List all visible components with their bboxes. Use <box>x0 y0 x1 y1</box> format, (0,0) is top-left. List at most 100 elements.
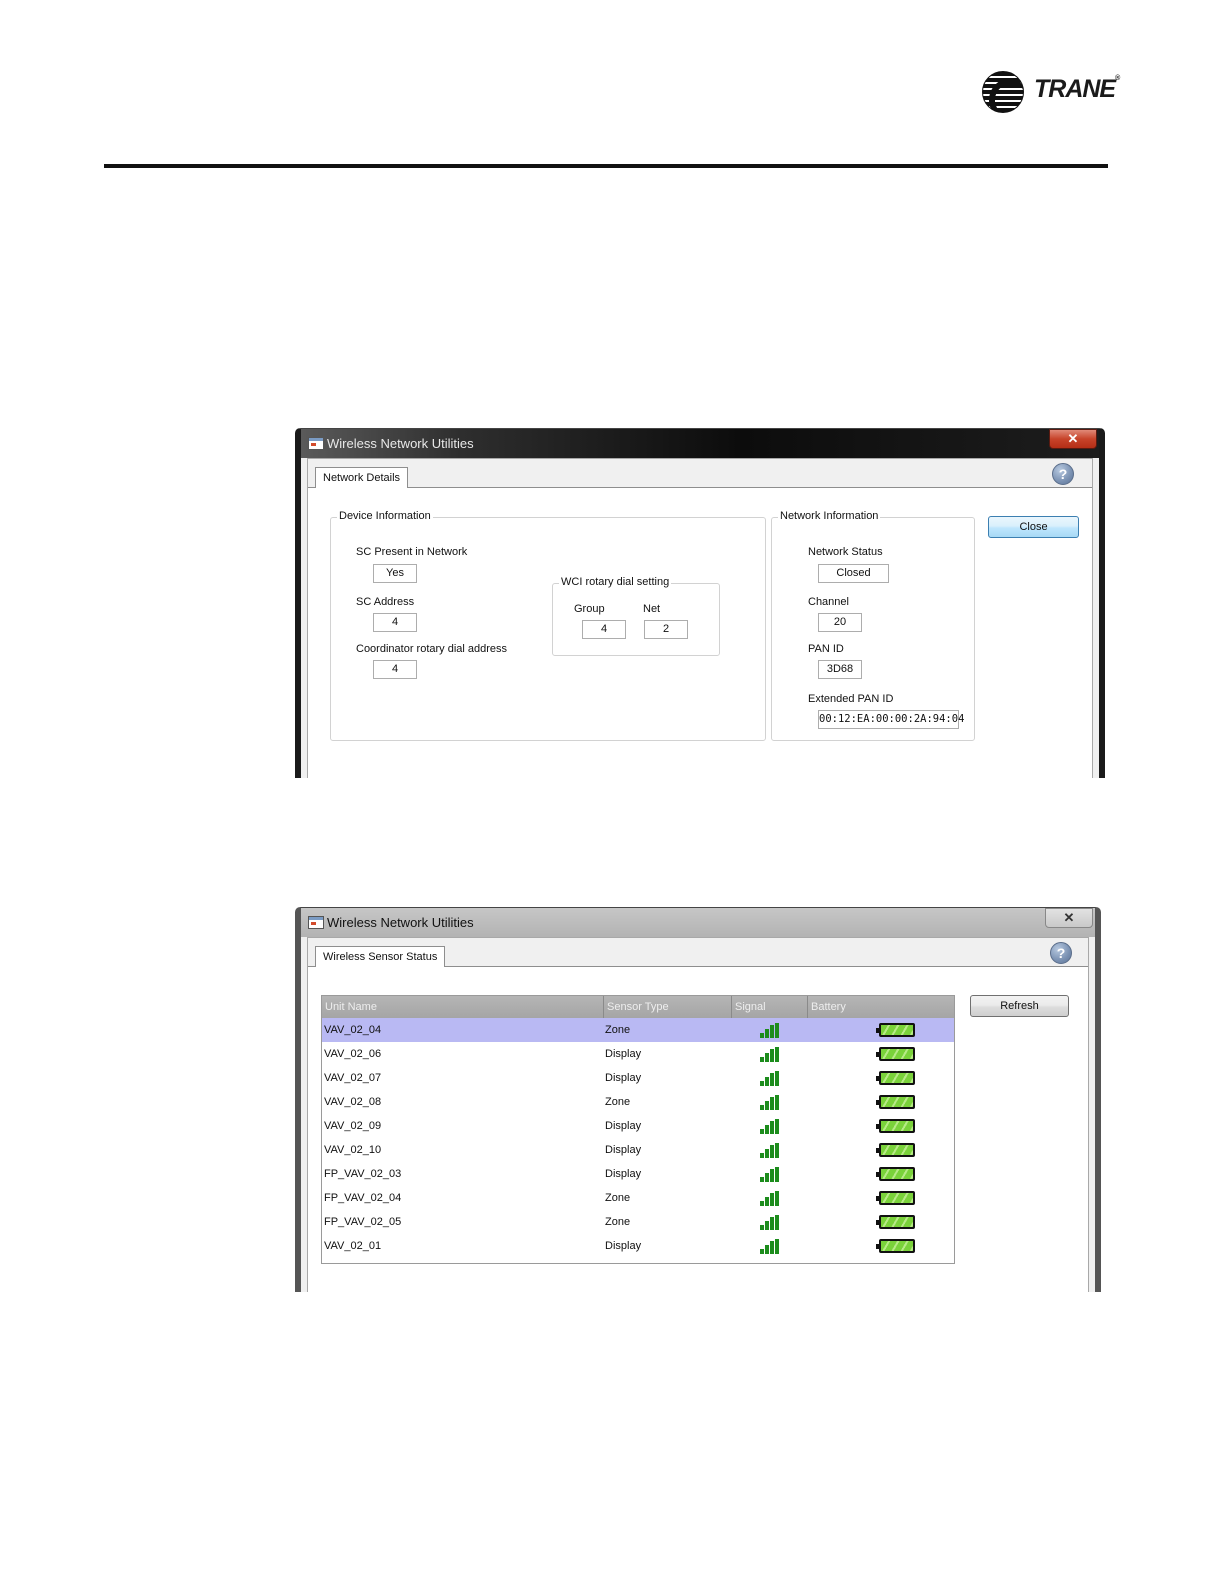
signal-bar <box>765 1125 769 1134</box>
table-row[interactable]: VAV_02_09 Display <box>322 1114 954 1138</box>
tab-network-details[interactable]: Network Details <box>315 467 409 488</box>
cell-unit-name: FP_VAV_02_03 <box>324 1168 402 1180</box>
network-status-field[interactable]: Closed <box>818 564 889 583</box>
cell-sensor-type: Display <box>605 1168 642 1180</box>
signal-bar <box>775 1119 779 1134</box>
signal-bar <box>775 1215 779 1230</box>
cell-sensor-type: Zone <box>605 1192 631 1204</box>
sc-address-label: SC Address <box>356 596 415 608</box>
signal-bar <box>760 1129 764 1134</box>
channel-field[interactable]: 20 <box>818 613 862 632</box>
group-field[interactable]: 4 <box>582 620 626 639</box>
header-rule <box>104 164 1108 168</box>
signal-bar <box>775 1167 779 1182</box>
help-icon[interactable]: ? <box>1050 942 1072 964</box>
extended-pan-id-field[interactable]: 00:12:EA:00:00:2A:94:04 <box>818 710 964 729</box>
battery-full-icon <box>876 1215 915 1229</box>
signal-bar <box>760 1177 764 1182</box>
wci-rotary-dial-group: WCI rotary dial setting Group 4 Net 2 <box>552 576 720 656</box>
net-field[interactable]: 2 <box>644 620 688 639</box>
device-information-legend: Device Information <box>337 510 433 522</box>
battery-full-icon <box>876 1023 915 1037</box>
close-button[interactable]: Close <box>988 516 1079 538</box>
cell-unit-name: FP_VAV_02_04 <box>324 1192 402 1204</box>
table-row[interactable]: FP_VAV_02_05 Zone <box>322 1210 954 1234</box>
table-row[interactable]: VAV_02_08 Zone <box>322 1090 954 1114</box>
pan-id-field[interactable]: 3D68 <box>818 660 862 679</box>
column-header-sensor-type[interactable]: Sensor Type <box>603 996 731 1018</box>
table-row[interactable]: FP_VAV_02_04 Zone <box>322 1186 954 1210</box>
battery-full-icon <box>876 1119 915 1133</box>
signal-bar <box>775 1095 779 1110</box>
cell-unit-name: VAV_02_04 <box>324 1024 382 1036</box>
window-title: Wireless Network Utilities <box>327 915 474 930</box>
title-bar[interactable]: Wireless Network Utilities ✕ <box>301 908 1095 937</box>
signal-strength-icon <box>760 1023 779 1038</box>
tab-panel-wireless-sensor-status: Unit Name Sensor Type Signal Battery VAV… <box>308 967 1088 1292</box>
signal-bar <box>775 1239 779 1254</box>
pan-id-label: PAN ID <box>808 643 844 655</box>
close-icon[interactable]: ✕ <box>1049 429 1097 449</box>
cell-sensor-type: Zone <box>605 1216 631 1228</box>
network-status-label: Network Status <box>808 546 883 558</box>
help-icon[interactable]: ? <box>1052 463 1074 485</box>
signal-bar <box>760 1249 764 1254</box>
net-label: Net <box>643 603 661 615</box>
table-header: Unit Name Sensor Type Signal Battery <box>322 996 954 1018</box>
signal-bar <box>775 1143 779 1158</box>
battery-full-icon <box>876 1047 915 1061</box>
group-label: Group <box>574 603 605 615</box>
signal-bar <box>770 1217 774 1230</box>
cell-unit-name: VAV_02_07 <box>324 1072 382 1084</box>
signal-bar <box>765 1029 769 1038</box>
column-header-battery[interactable]: Battery <box>807 996 955 1018</box>
signal-bar <box>765 1149 769 1158</box>
signal-bar <box>775 1023 779 1038</box>
signal-bar <box>765 1173 769 1182</box>
app-icon <box>308 437 324 450</box>
table-row[interactable]: VAV_02_04 Zone <box>322 1018 954 1042</box>
signal-bar <box>760 1081 764 1086</box>
cell-unit-name: FP_VAV_02_05 <box>324 1216 402 1228</box>
app-icon <box>308 916 324 929</box>
signal-bar <box>760 1153 764 1158</box>
signal-bar <box>770 1097 774 1110</box>
table-row[interactable]: VAV_02_06 Display <box>322 1042 954 1066</box>
signal-bar <box>770 1049 774 1062</box>
cell-unit-name: VAV_02_08 <box>324 1096 382 1108</box>
sc-address-field[interactable]: 4 <box>373 613 417 632</box>
column-header-unit-name[interactable]: Unit Name <box>322 996 603 1018</box>
signal-strength-icon <box>760 1167 779 1182</box>
window-title: Wireless Network Utilities <box>327 436 474 451</box>
wireless-network-utilities-window-sensors: Wireless Network Utilities ✕ Wireless Se… <box>295 907 1101 1292</box>
extended-pan-id-label: Extended PAN ID <box>808 693 894 705</box>
signal-strength-icon <box>760 1143 779 1158</box>
signal-strength-icon <box>760 1215 779 1230</box>
column-header-signal[interactable]: Signal <box>731 996 807 1018</box>
table-row[interactable]: VAV_02_07 Display <box>322 1066 954 1090</box>
window-client: Network Details ? Device Information SC … <box>307 458 1093 778</box>
signal-bar <box>765 1053 769 1062</box>
coordinator-dial-label: Coordinator rotary dial address <box>356 643 508 655</box>
tab-wireless-sensor-status[interactable]: Wireless Sensor Status <box>315 946 446 967</box>
coordinator-dial-field[interactable]: 4 <box>373 660 417 679</box>
title-bar[interactable]: Wireless Network Utilities ✕ <box>301 429 1099 458</box>
table-row[interactable]: VAV_02_01 Display <box>322 1234 954 1258</box>
signal-bar <box>770 1073 774 1086</box>
refresh-button[interactable]: Refresh <box>970 995 1069 1017</box>
sc-present-field[interactable]: Yes <box>373 564 417 583</box>
signal-bar <box>770 1145 774 1158</box>
table-row[interactable]: FP_VAV_02_03 Display <box>322 1162 954 1186</box>
cell-sensor-type: Zone <box>605 1024 631 1036</box>
close-icon[interactable]: ✕ <box>1045 908 1093 928</box>
signal-strength-icon <box>760 1095 779 1110</box>
signal-bar <box>765 1221 769 1230</box>
signal-bar <box>775 1047 779 1062</box>
signal-bar <box>760 1057 764 1062</box>
cell-sensor-type: Display <box>605 1120 642 1132</box>
battery-full-icon <box>876 1239 915 1253</box>
signal-bar <box>770 1193 774 1206</box>
wci-rotary-dial-legend: WCI rotary dial setting <box>559 576 672 588</box>
cell-sensor-type: Display <box>605 1072 642 1084</box>
table-row[interactable]: VAV_02_10 Display <box>322 1138 954 1162</box>
